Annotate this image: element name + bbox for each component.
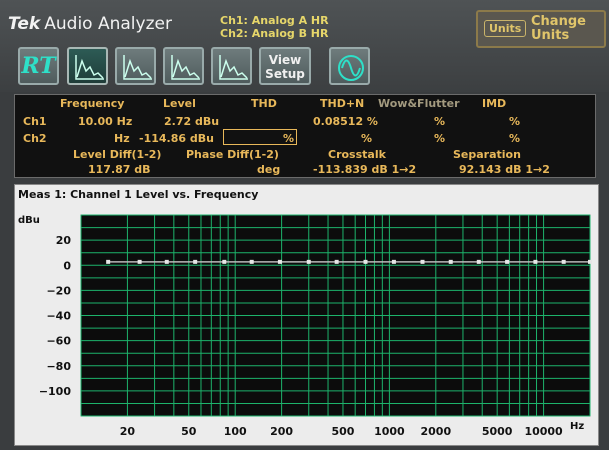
x-tick-label: 500 <box>331 425 354 438</box>
level-frequency-chart[interactable]: 200−20−40−60−80−10020 50 100 200 500 1000 2000… <box>15 185 598 445</box>
data-point <box>561 259 566 264</box>
header-crosstalk: Crosstalk <box>328 148 386 161</box>
ch2-frequency: Hz <box>114 132 130 145</box>
data-point <box>164 259 169 264</box>
y-tick-label: −100 <box>39 385 72 398</box>
app-name: Audio Analyzer <box>44 14 172 34</box>
header-phase-diff: Phase Diff(1-2) <box>186 148 279 161</box>
graph-icon <box>75 55 104 80</box>
data-point <box>193 259 198 264</box>
crosstalk-value: -113.839 dB 1→2 <box>313 163 417 176</box>
ch2-thdn: % <box>361 132 373 145</box>
y-tick-label: 20 <box>56 234 72 247</box>
data-point <box>476 259 481 264</box>
x-tick-label: 50 <box>181 425 197 438</box>
y-tick-label: −20 <box>46 284 71 297</box>
ch2-imd: % <box>509 132 521 145</box>
change-units-button[interactable]: Units Change Units <box>476 10 606 48</box>
ch2-level: -114.86 dBu <box>139 132 214 145</box>
rt-icon: RT <box>21 53 56 79</box>
graph-icon <box>171 55 200 80</box>
header-thd: THD <box>251 97 277 110</box>
data-point <box>277 259 282 264</box>
graph-icon <box>219 55 248 80</box>
level-diff-value: 117.87 dB <box>88 163 151 176</box>
data-point <box>391 259 396 264</box>
change-units-line1: Change <box>531 14 586 29</box>
x-tick-label: 20 <box>120 425 136 438</box>
data-point <box>249 259 254 264</box>
x-tick-label: 10000 <box>524 425 563 438</box>
data-point <box>306 259 311 264</box>
measurement-panel: Frequency Level THD THD+N Wow&Flutter IM… <box>14 94 596 178</box>
header-imd: IMD <box>482 97 507 110</box>
header-frequency: Frequency <box>60 97 125 110</box>
generator-button[interactable] <box>329 47 370 85</box>
separation-value: 92.143 dB 1→2 <box>459 163 550 176</box>
data-point <box>334 259 339 264</box>
data-point <box>137 259 142 264</box>
ch2-thd: % <box>283 132 295 145</box>
graph-window: Meas 1: Channel 1 Level vs. Frequency dB… <box>14 184 599 446</box>
ch1-thdn: 0.08512 % <box>313 115 378 128</box>
channel-1-source: Ch1: Analog A HR <box>220 14 329 27</box>
ch2-label: Ch2 <box>23 132 47 145</box>
data-point <box>533 259 538 264</box>
header-thdn: THD+N <box>320 97 365 110</box>
channel-info: Ch1: Analog A HR Ch2: Analog B HR <box>220 14 329 40</box>
graph-button-1[interactable] <box>67 47 108 85</box>
view-setup-line2: Setup <box>265 67 305 81</box>
graph-button-4[interactable] <box>211 47 252 85</box>
phase-diff-value: deg <box>257 163 281 176</box>
y-tick-label: −80 <box>46 360 71 373</box>
ch1-wow-flutter: % <box>434 115 446 128</box>
graph-icon <box>123 55 152 80</box>
data-point <box>420 259 425 264</box>
ch2-wow-flutter: % <box>434 132 446 145</box>
view-setup-button[interactable]: View Setup <box>259 47 311 85</box>
x-tick-label: 200 <box>270 425 293 438</box>
brand-logo: Tek <box>8 14 41 34</box>
header-wow-flutter: Wow&Flutter <box>378 97 460 110</box>
ch1-level: 2.72 dBu <box>164 115 220 128</box>
change-units-label: Change Units <box>531 15 586 43</box>
header-level: Level <box>163 97 196 110</box>
x-tick-label: 1000 <box>374 425 405 438</box>
x-tick-label: 100 <box>224 425 247 438</box>
sine-wave-icon <box>338 55 364 81</box>
units-badge: Units <box>484 20 527 37</box>
data-point <box>106 259 111 264</box>
y-tick-label: −60 <box>46 335 71 348</box>
rt-button[interactable]: RT <box>18 47 59 85</box>
ch1-imd: % <box>509 115 521 128</box>
x-tick-label: 2000 <box>420 425 451 438</box>
data-point <box>505 259 510 264</box>
ch1-frequency: 10.00 Hz <box>78 115 133 128</box>
channel-2-source: Ch2: Analog B HR <box>220 27 329 40</box>
header-separation: Separation <box>453 148 521 161</box>
data-point <box>222 259 227 264</box>
data-point <box>363 259 368 264</box>
graph-button-2[interactable] <box>115 47 156 85</box>
graph-button-3[interactable] <box>163 47 204 85</box>
y-tick-label: −40 <box>46 310 71 323</box>
view-setup-line1: View <box>268 53 302 67</box>
y-tick-label: 0 <box>63 259 71 272</box>
data-point <box>588 259 592 264</box>
x-tick-label: 5000 <box>482 425 513 438</box>
change-units-line2: Units <box>531 28 570 43</box>
header-level-diff: Level Diff(1-2) <box>73 148 162 161</box>
ch1-label: Ch1 <box>23 115 47 128</box>
app-title: Tek Audio Analyzer <box>8 14 172 34</box>
data-point <box>448 259 453 264</box>
